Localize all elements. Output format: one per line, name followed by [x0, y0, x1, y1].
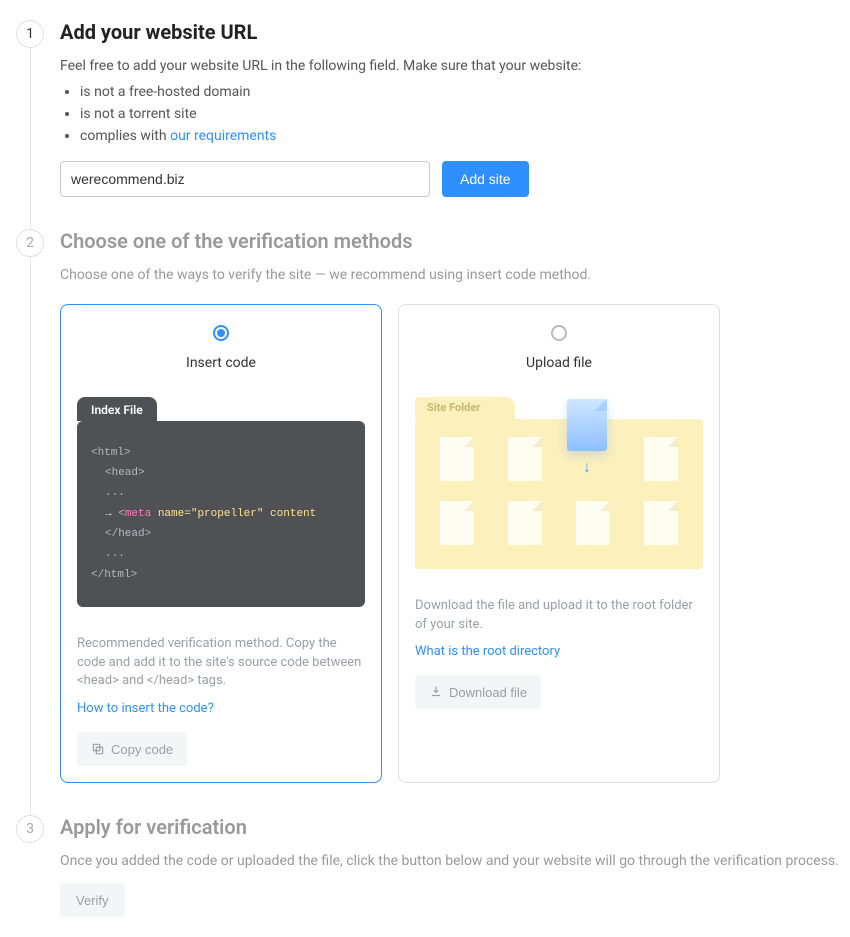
bullet-item: complies with our requirements [80, 126, 850, 148]
card-insert-code[interactable]: Insert code Index File <html> <head> ...… [60, 304, 382, 784]
download-arrow-icon: ↓ [583, 457, 591, 477]
download-file-label: Download file [449, 685, 527, 700]
card-upload-desc: Download the file and upload it to the r… [415, 597, 703, 635]
code-line: <html> [91, 447, 131, 459]
add-site-button[interactable]: Add site [442, 161, 529, 197]
radio-upload-file[interactable] [551, 325, 567, 341]
card-insert-desc: Recommended verification method. Copy th… [77, 635, 365, 692]
file-icon [508, 437, 542, 481]
code-line: ... [105, 487, 125, 499]
file-icon [440, 437, 474, 481]
code-line: </html> [91, 569, 137, 581]
arrow-icon: → [105, 508, 112, 520]
file-icon [508, 501, 542, 545]
step-number-2: 2 [16, 229, 44, 257]
step-1-bullets: is not a free-hosted domain is not a tor… [60, 82, 850, 147]
step-number-col: 3 [0, 815, 60, 917]
file-icon [576, 501, 610, 545]
step-number-col: 2 [0, 229, 60, 783]
download-file-button[interactable]: Download file [415, 675, 541, 709]
code-tab-label: Index File [77, 397, 157, 421]
root-directory-link[interactable]: What is the root directory [415, 644, 703, 659]
verification-cards-row: Insert code Index File <html> <head> ...… [60, 304, 850, 784]
step-2: 2 Choose one of the verification methods… [0, 229, 850, 783]
file-icon [644, 437, 678, 481]
download-icon [429, 685, 443, 699]
copy-icon [91, 742, 105, 756]
code-line: </head> [105, 528, 151, 540]
code-illustration: Index File <html> <head> ... → <meta nam… [77, 397, 365, 621]
code-line: ... [105, 548, 125, 560]
card-upload-file[interactable]: Upload file Site Folder ↓ [398, 304, 720, 784]
radio-wrap [77, 325, 365, 341]
step-1-body: Add your website URL Feel free to add yo… [60, 20, 850, 197]
step-1-title: Add your website URL [60, 20, 850, 44]
new-file-icon [567, 399, 607, 451]
step-connector-line [30, 48, 31, 229]
step-number-col: 1 [0, 20, 60, 197]
verify-button[interactable]: Verify [60, 883, 125, 917]
code-block: <html> <head> ... → <meta name="propelle… [77, 421, 365, 607]
step-connector-line [30, 257, 31, 815]
code-token: < [118, 508, 125, 520]
step-2-intro: Choose one of the ways to verify the sit… [60, 265, 850, 285]
step-2-body: Choose one of the verification methods C… [60, 229, 850, 783]
copy-code-button[interactable]: Copy code [77, 732, 187, 766]
step-3-intro: Once you added the code or uploaded the … [60, 851, 850, 871]
folder-body: ↓ [415, 419, 703, 569]
step-number-3: 3 [16, 815, 44, 843]
radio-wrap [415, 325, 703, 341]
file-icon [644, 501, 678, 545]
step-number-1: 1 [16, 20, 44, 48]
step-2-title: Choose one of the verification methods [60, 229, 850, 253]
bullet-item: is not a free-hosted domain [80, 82, 850, 104]
bullet-item: is not a torrent site [80, 104, 850, 126]
website-url-input[interactable] [60, 161, 430, 197]
copy-code-label: Copy code [111, 742, 173, 757]
url-input-row: Add site [60, 161, 850, 197]
step-3: 3 Apply for verification Once you added … [0, 815, 850, 917]
step-3-body: Apply for verification Once you added th… [60, 815, 850, 917]
folder-tab-label: Site Folder [415, 397, 515, 419]
code-token-meta: meta [125, 508, 151, 520]
file-icon [440, 501, 474, 545]
folder-illustration: Site Folder ↓ [415, 397, 703, 583]
code-token-attr: name="propeller" content [151, 508, 316, 520]
code-line: <head> [105, 467, 145, 479]
step-3-title: Apply for verification [60, 815, 850, 839]
requirements-link[interactable]: our requirements [170, 128, 276, 144]
how-to-insert-link[interactable]: How to insert the code? [77, 701, 365, 716]
step-1-intro: Feel free to add your website URL in the… [60, 56, 850, 76]
card-upload-title: Upload file [415, 355, 703, 371]
card-insert-title: Insert code [77, 355, 365, 371]
radio-insert-code[interactable] [213, 325, 229, 341]
step-1: 1 Add your website URL Feel free to add … [0, 20, 850, 197]
bullet-text: complies with [80, 128, 170, 144]
